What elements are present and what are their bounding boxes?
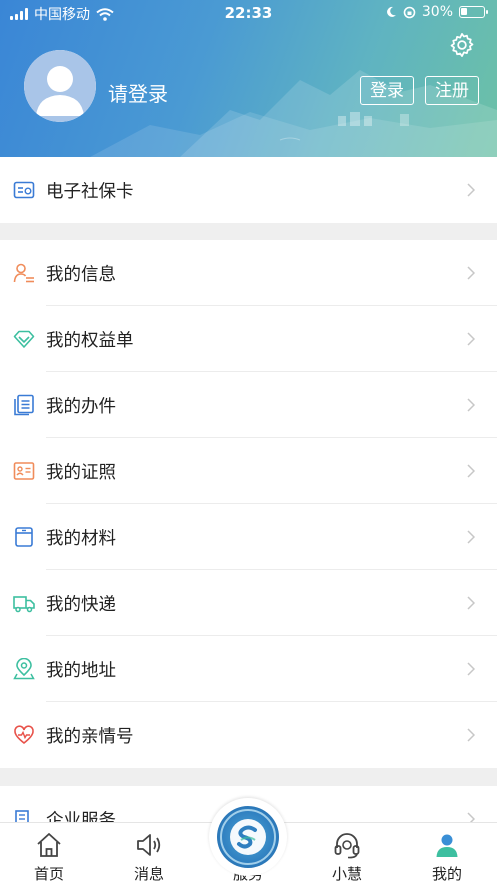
- truck-icon: [13, 596, 35, 613]
- menu-item-label: 企业服务: [46, 811, 116, 822]
- social-card-section: 电子社保卡: [0, 157, 497, 223]
- diamond-icon: [13, 330, 35, 348]
- documents-icon: [14, 394, 34, 416]
- menu-item-label: 我的亲情号: [46, 726, 134, 747]
- user-info-icon: [13, 263, 34, 283]
- tab-label: 我的: [431, 865, 462, 883]
- tab-home[interactable]: 首页: [9, 823, 89, 883]
- user-icon: [436, 834, 458, 857]
- chevron-right-icon: [467, 398, 475, 412]
- menu-item-label: 我的办件: [46, 396, 116, 417]
- battery-percent: 30%: [421, 4, 453, 20]
- status-bar: 中国移动 22:33 30%: [0, 0, 497, 26]
- menu-item-label: 我的信息: [46, 264, 116, 285]
- folder-icon: [15, 527, 33, 547]
- speaker-icon: [137, 834, 161, 856]
- menu-item-label: 我的权益单: [46, 330, 134, 351]
- menu-item-label: 我的快递: [46, 594, 116, 615]
- chevron-right-icon: [467, 596, 475, 610]
- chevron-right-icon: [467, 530, 475, 544]
- tab-assistant[interactable]: 小慧: [307, 823, 387, 883]
- menu-item-my-family-number[interactable]: 我的亲情号: [0, 702, 497, 768]
- rotation-lock-icon: [403, 6, 416, 18]
- enterprise-building-icon: [15, 810, 29, 822]
- battery-icon: [459, 6, 488, 18]
- register-button[interactable]: 注册: [425, 76, 479, 105]
- headset-icon: [334, 833, 360, 859]
- tab-label: 小慧: [331, 865, 362, 883]
- chevron-right-icon: [467, 812, 475, 822]
- chevron-right-icon: [467, 662, 475, 676]
- menu-item-my-licenses[interactable]: 我的证照: [0, 438, 497, 504]
- menu-item-label: 我的证照: [46, 462, 116, 483]
- id-card-icon: [13, 462, 35, 480]
- login-prompt[interactable]: 请登录: [108, 78, 168, 107]
- chevron-right-icon: [467, 266, 475, 280]
- profile-header: 中国移动 22:33 30% 请登录 登录 注册: [0, 0, 497, 157]
- service-center-button[interactable]: [209, 798, 287, 876]
- avatar[interactable]: [24, 50, 96, 122]
- tab-label: 消息: [133, 865, 164, 883]
- menu-item-my-benefits[interactable]: 我的权益单: [0, 306, 497, 372]
- menu-item-label: 我的材料: [46, 528, 116, 549]
- tab-mine[interactable]: 我的: [407, 823, 487, 883]
- default-user-avatar-icon: [24, 50, 96, 122]
- heart-icon: [14, 725, 34, 745]
- login-button[interactable]: 登录: [360, 76, 414, 105]
- location-icon: [13, 658, 35, 680]
- chevron-right-icon: [467, 183, 475, 197]
- moon-icon: [386, 6, 396, 17]
- settings-gear-icon[interactable]: [448, 31, 476, 59]
- service-logo-icon: [217, 806, 279, 868]
- social-security-card-item[interactable]: 电子社保卡: [0, 157, 497, 223]
- menu-item-my-materials[interactable]: 我的材料: [0, 504, 497, 570]
- menu-item-label: 我的地址: [46, 660, 116, 681]
- menu-item-my-cases[interactable]: 我的办件: [0, 372, 497, 438]
- chevron-right-icon: [467, 728, 475, 742]
- tab-messages[interactable]: 消息: [109, 823, 189, 883]
- menu-item-my-info[interactable]: 我的信息: [0, 240, 497, 306]
- menu-item-my-address[interactable]: 我的地址: [0, 636, 497, 702]
- my-menu-list: 我的信息 我的权益单 我的办件 我的证照 我的材料 我的快递 我的地址 我的亲情…: [0, 240, 497, 768]
- social-security-card-label: 电子社保卡: [46, 181, 134, 202]
- menu-item-my-express[interactable]: 我的快递: [0, 570, 497, 636]
- tab-label: 首页: [33, 865, 64, 883]
- chevron-right-icon: [467, 332, 475, 346]
- chevron-right-icon: [467, 464, 475, 478]
- home-icon: [37, 833, 61, 857]
- social-security-card-icon: [13, 181, 35, 199]
